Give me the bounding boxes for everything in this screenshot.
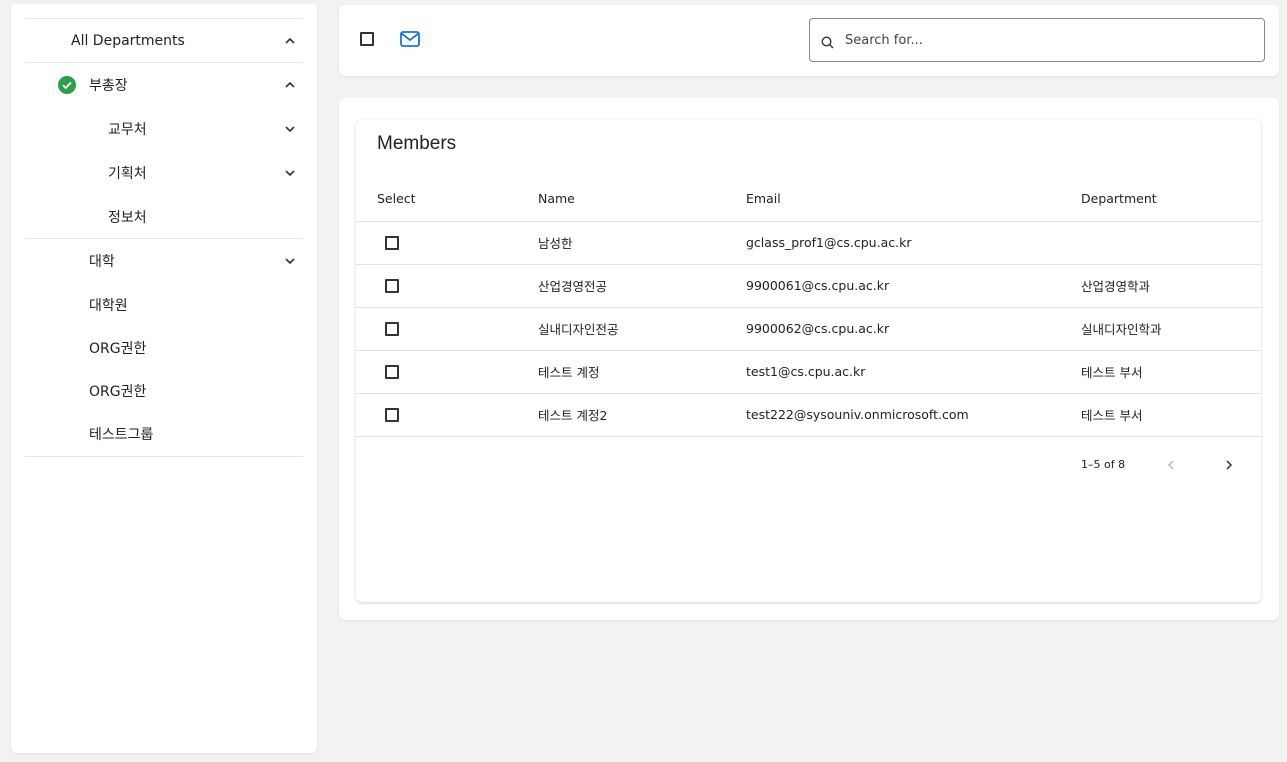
member-department: 테스트 부서 (1081, 350, 1261, 394)
member-name: 테스트 계정2 (538, 393, 746, 437)
tree-item-all-departments[interactable]: All Departments (25, 19, 303, 63)
member-name: 테스트 계정 (538, 350, 746, 394)
member-department: 테스트 부서 (1081, 393, 1261, 437)
tree-item-label: 기획처 (108, 166, 147, 182)
table-row[interactable]: 테스트 계정2 test222@sysouniv.onmicrosoft.com… (356, 393, 1261, 437)
table-row[interactable]: 실내디자인전공 9900062@cs.cpu.ac.kr 실내디자인학과 (356, 307, 1261, 351)
chevron-down-icon[interactable] (283, 122, 297, 136)
member-email: 9900061@cs.cpu.ac.kr (746, 264, 1081, 308)
tree-item-label: 부총장 (89, 78, 128, 94)
tree-item-org-permission[interactable]: ORG권한 (25, 326, 303, 369)
search-box[interactable] (809, 18, 1265, 62)
table-row[interactable]: 남성한 gclass_prof1@cs.cpu.ac.kr (356, 221, 1261, 265)
chevron-up-icon[interactable] (283, 34, 297, 48)
member-department: 산업경영학과 (1081, 264, 1261, 308)
member-email: test222@sysouniv.onmicrosoft.com (746, 393, 1081, 437)
tree-item-graduate-school[interactable]: 대학원 (25, 283, 303, 326)
column-header-select: Select (356, 177, 538, 222)
row-checkbox[interactable] (385, 322, 399, 337)
tree-item-label: 정보처 (108, 209, 147, 226)
member-department (1081, 221, 1261, 265)
search-input[interactable] (845, 29, 1245, 51)
toolbar (339, 5, 1279, 76)
tree-item-college[interactable]: 대학 (25, 239, 303, 283)
member-email: gclass_prof1@cs.cpu.ac.kr (746, 221, 1081, 265)
department-sidebar: All Departments 부총장 교무처 기획처 정보처 대학 대학원 O… (11, 4, 317, 753)
tree-item-label: All Departments (71, 32, 185, 49)
tree-item-test-group[interactable]: 테스트그룹 (25, 412, 303, 457)
table-row[interactable]: 테스트 계정 test1@cs.cpu.ac.kr 테스트 부서 (356, 350, 1261, 394)
tree-item-label: 교무처 (108, 122, 147, 138)
column-header-name: Name (538, 177, 746, 222)
chevron-up-icon[interactable] (283, 78, 297, 92)
table-header-row: Select Name Email Department (356, 177, 1261, 222)
pagination: 1–5 of 8 (356, 450, 1261, 480)
row-checkbox[interactable] (385, 408, 399, 423)
member-email: test1@cs.cpu.ac.kr (746, 350, 1081, 394)
check-circle-icon (58, 76, 76, 94)
department-tree: All Departments 부총장 교무처 기획처 정보처 대학 대학원 O… (25, 18, 303, 457)
main-panel: Members Select Name Email Department 남성한… (339, 98, 1279, 620)
members-card: Members Select Name Email Department 남성한… (356, 120, 1261, 602)
member-department: 실내디자인학과 (1081, 307, 1261, 351)
tree-item-label: 대학 (89, 254, 115, 270)
member-name: 산업경영전공 (538, 264, 746, 308)
row-checkbox[interactable] (385, 365, 399, 380)
members-table: Select Name Email Department 남성한 gclass_… (356, 177, 1261, 437)
tree-item-vice-president[interactable]: 부총장 (25, 63, 303, 107)
row-checkbox[interactable] (385, 279, 399, 294)
member-email: 9900062@cs.cpu.ac.kr (746, 307, 1081, 351)
pagination-range: 1–5 of 8 (1081, 458, 1126, 471)
member-name: 남성한 (538, 221, 746, 265)
members-title: Members (377, 133, 457, 154)
search-icon (821, 34, 834, 49)
mail-icon[interactable] (400, 31, 420, 47)
column-header-department: Department (1081, 177, 1261, 222)
member-name: 실내디자인전공 (538, 307, 746, 351)
tree-item-label: ORG권한 (89, 340, 147, 357)
tree-item-label: ORG권한 (89, 383, 147, 400)
tree-item-label: 테스트그룹 (89, 427, 154, 443)
column-header-email: Email (746, 177, 1081, 222)
tree-item-information[interactable]: 정보처 (25, 195, 303, 239)
select-all-checkbox[interactable] (360, 32, 374, 46)
tree-item-academic-affairs[interactable]: 교무처 (25, 107, 303, 151)
tree-item-org-permission[interactable]: ORG권한 (25, 369, 303, 412)
chevron-left-icon[interactable] (1164, 458, 1178, 472)
tree-item-label: 대학원 (89, 297, 128, 314)
chevron-down-icon[interactable] (283, 254, 297, 268)
chevron-right-icon[interactable] (1222, 458, 1236, 472)
table-row[interactable]: 산업경영전공 9900061@cs.cpu.ac.kr 산업경영학과 (356, 264, 1261, 308)
chevron-down-icon[interactable] (283, 166, 297, 180)
tree-item-planning[interactable]: 기획처 (25, 151, 303, 195)
row-checkbox[interactable] (385, 236, 399, 251)
